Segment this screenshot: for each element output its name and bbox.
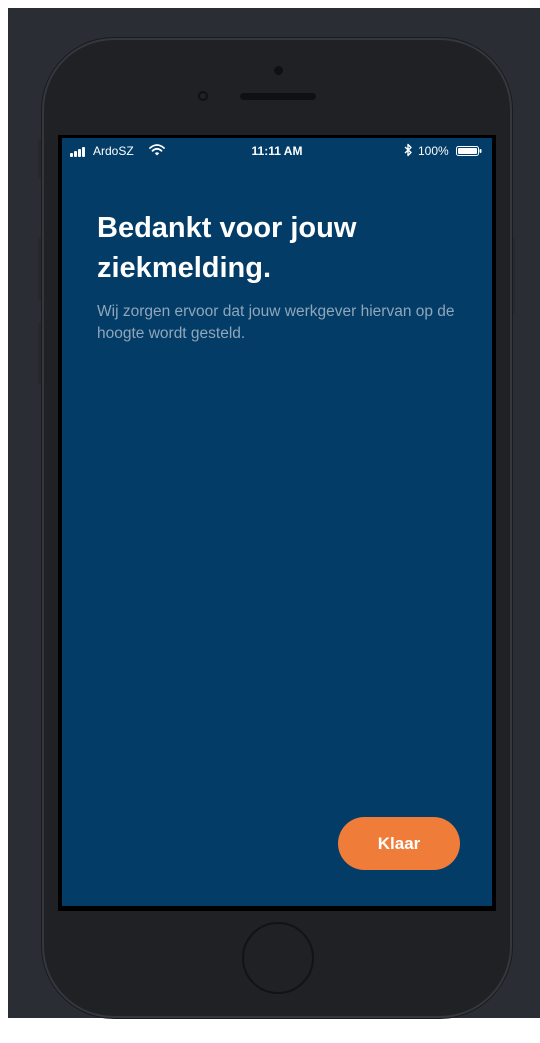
confirmation-message: Wij zorgen ervoor dat jouw werkgever hie… xyxy=(97,303,455,342)
phone-screen: ArdoSZ 11:11 AM 100% Bedankt voor jouw z… xyxy=(58,135,496,911)
battery-percentage: 100% xyxy=(418,144,449,158)
home-button[interactable] xyxy=(242,922,314,994)
bluetooth-icon xyxy=(404,143,412,157)
battery-icon xyxy=(456,146,482,156)
status-bar: ArdoSZ 11:11 AM 100% xyxy=(62,138,492,164)
confirmation-title: Bedankt voor jouw ziekmelding. xyxy=(97,212,357,284)
proximity-sensor xyxy=(274,66,283,75)
app-screen: ArdoSZ 11:11 AM 100% Bedankt voor jouw z… xyxy=(62,138,492,906)
earpiece-speaker xyxy=(240,93,316,100)
front-camera xyxy=(198,91,208,101)
done-button[interactable]: Klaar xyxy=(338,817,460,870)
